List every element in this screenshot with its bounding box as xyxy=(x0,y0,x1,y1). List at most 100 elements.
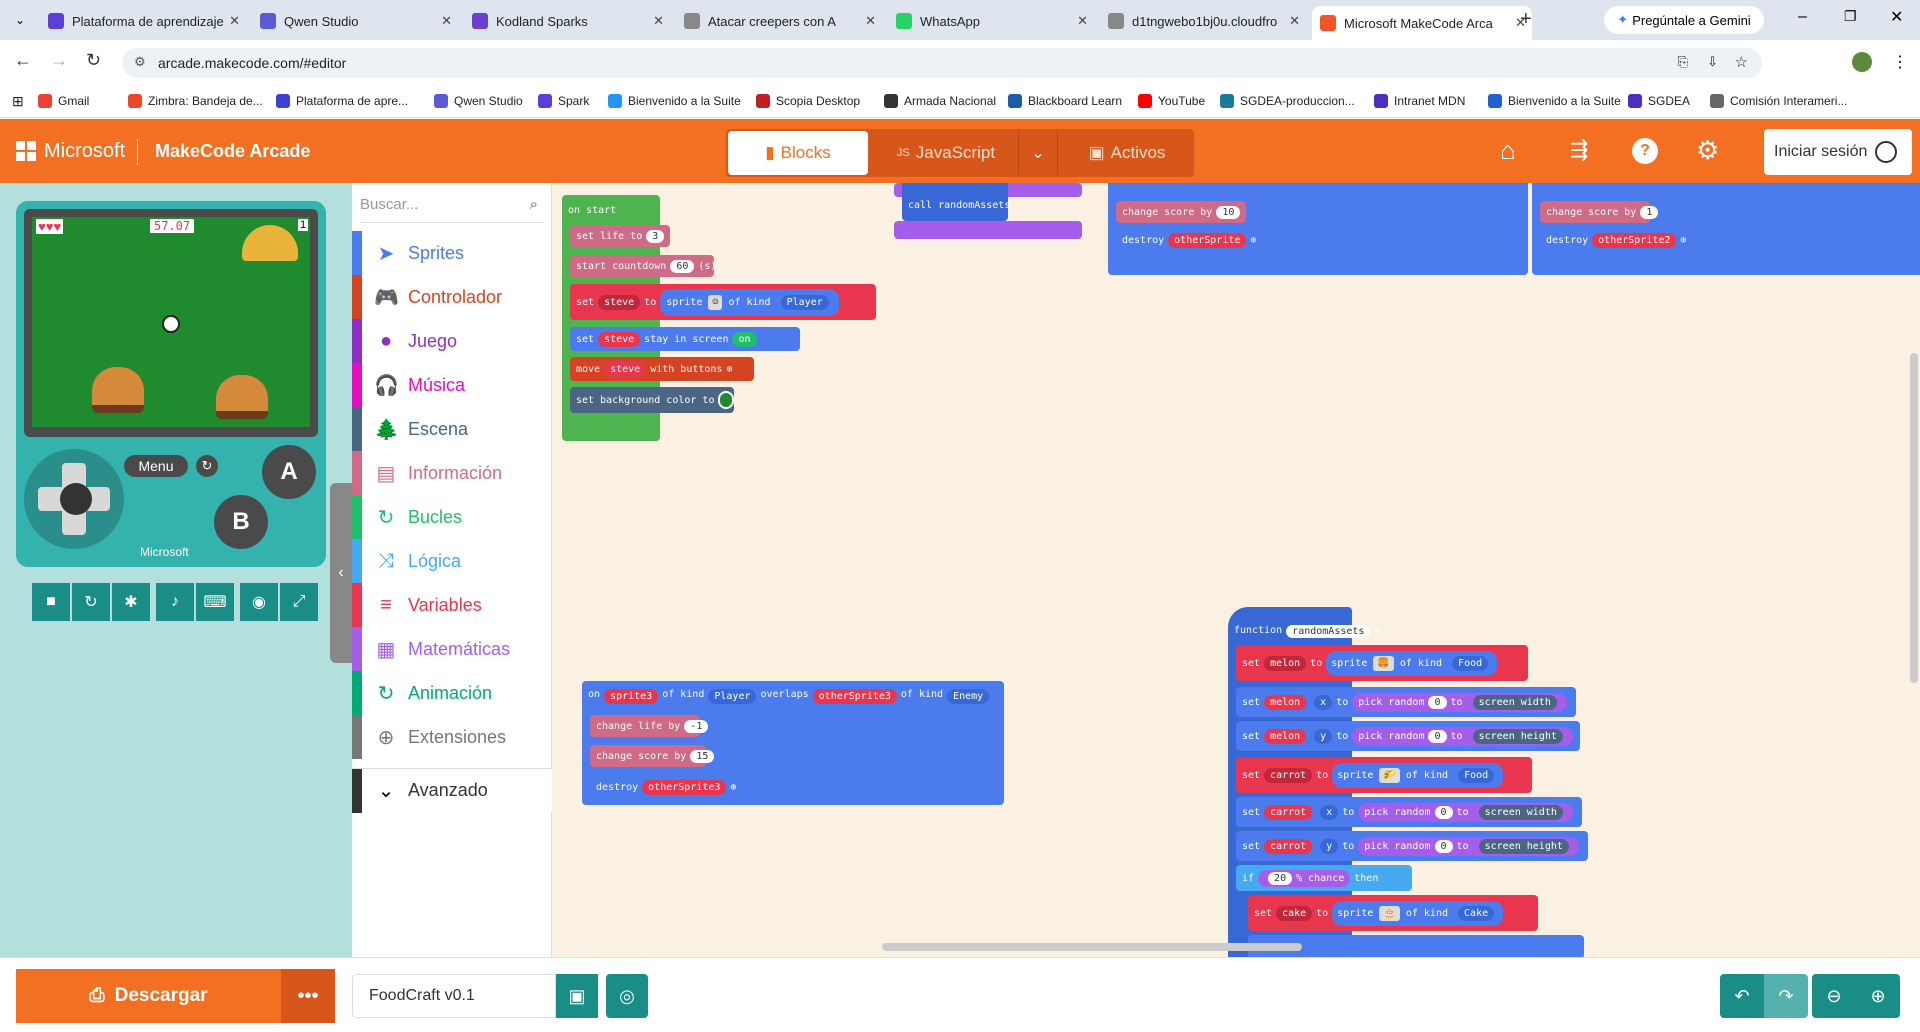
toolbox-category[interactable]: ⊕ Extensiones xyxy=(352,715,552,759)
set-life-block[interactable]: set life to 3 xyxy=(570,225,670,247)
toolbox-category[interactable]: ≡ Variables xyxy=(352,583,552,627)
settings-gear-icon[interactable]: ⚙ xyxy=(1696,135,1719,166)
life-neg-value[interactable]: -1 xyxy=(684,719,709,733)
bookmark-item[interactable]: Scopia Desktop xyxy=(756,94,860,108)
kind-player-2[interactable]: Player xyxy=(708,689,757,704)
carrot-var[interactable]: carrot xyxy=(1264,767,1313,783)
toolbox-category[interactable]: 🎧 Música xyxy=(352,363,552,407)
close-tab-icon[interactable]: ✕ xyxy=(865,13,876,29)
cake-var[interactable]: cake xyxy=(1276,905,1313,921)
chance-value[interactable]: 20 xyxy=(1268,871,1293,885)
toolbox-category[interactable]: ▤ Información xyxy=(352,451,552,495)
site-info-icon[interactable]: ⚙ xyxy=(134,54,146,70)
keyboard-icon[interactable]: ⌨ xyxy=(196,583,234,621)
bookmark-item[interactable]: Intranet MDN xyxy=(1374,94,1465,108)
burger-image-icon[interactable]: 🍔 xyxy=(1373,655,1394,671)
b-button[interactable]: B xyxy=(214,495,268,549)
restart-icon[interactable]: ↻ xyxy=(72,583,110,621)
product-title[interactable]: MakeCode Arcade xyxy=(155,141,310,162)
bookmark-item[interactable]: Spark xyxy=(538,94,589,108)
bookmark-item[interactable]: Gmail xyxy=(38,94,89,108)
taco-image-icon[interactable]: 🌮 xyxy=(1379,767,1400,783)
bg-color-block[interactable]: set background color to xyxy=(570,387,734,413)
bookmark-item[interactable]: Bienvenido a la Suite xyxy=(1488,94,1621,108)
zoom-out-icon[interactable]: ⊖ xyxy=(1812,974,1856,1018)
set-melon-y-block[interactable]: set melon y to pick random 0 to screen height xyxy=(1236,721,1580,751)
close-tab-icon[interactable]: ✕ xyxy=(229,13,240,29)
reload-icon[interactable]: ↻ xyxy=(86,50,101,71)
bookmark-item[interactable]: Comisión Interameri... xyxy=(1710,94,1847,108)
destroy-block-3[interactable]: destroy otherSprite3 ⊕ xyxy=(590,775,760,799)
download-button[interactable]: ⎙ Descargar xyxy=(16,969,281,1023)
help-icon[interactable]: ? xyxy=(1632,138,1658,164)
bookmark-item[interactable]: SGDEA-produccion... xyxy=(1220,94,1355,108)
steve-var[interactable]: steve xyxy=(598,294,641,310)
kind-cake[interactable]: Cake xyxy=(1458,905,1495,921)
zero-cy[interactable]: 0 xyxy=(1434,839,1453,853)
close-tab-icon[interactable]: ✕ xyxy=(1077,13,1088,29)
horizontal-scrollbar[interactable] xyxy=(882,943,1302,951)
change-score-block-2[interactable]: change score by 1 xyxy=(1540,201,1659,223)
steve-var-3[interactable]: steve xyxy=(604,361,647,377)
change-life-block[interactable]: change life by -1 xyxy=(590,715,709,737)
plus-icon-2[interactable]: ⊕ xyxy=(1250,235,1256,246)
fullscreen-icon[interactable]: ⤢ xyxy=(280,583,318,621)
carrot-x-var[interactable]: carrot xyxy=(1264,804,1313,820)
set-carrot-x-block[interactable]: set carrot x to pick random 0 to screen width xyxy=(1236,797,1582,827)
color-swatch[interactable] xyxy=(718,391,734,409)
bookmark-item[interactable]: Armada Nacional xyxy=(884,94,996,108)
melon-x-var[interactable]: melon xyxy=(1264,694,1307,710)
close-window-icon[interactable]: ✕ xyxy=(1890,7,1903,27)
browser-tab[interactable]: Plataforma de aprendizaje ✕ xyxy=(40,6,246,36)
other-sprite3-var[interactable]: otherSprite3 xyxy=(812,689,897,704)
new-tab-icon[interactable]: + xyxy=(1520,8,1532,31)
call-block[interactable]: call randomAssets xyxy=(902,183,1010,221)
toolbox-category[interactable]: ▦ Matemáticas xyxy=(352,627,552,671)
zero-mx[interactable]: 0 xyxy=(1428,695,1447,709)
close-tab-icon[interactable]: ✕ xyxy=(1289,13,1300,29)
toolbox-advanced[interactable]: ⌄ Avanzado xyxy=(352,768,552,813)
steve-var-2[interactable]: steve xyxy=(598,331,641,347)
toolbox-category[interactable]: ↻ Bucles xyxy=(352,495,552,539)
zero-my[interactable]: 0 xyxy=(1428,729,1447,743)
set-carrot-block[interactable]: set carrot to sprite 🌮 of kind Food xyxy=(1236,757,1532,793)
browser-tab[interactable]: Microsoft MakeCode Arca ✕ xyxy=(1312,6,1532,40)
maximize-icon[interactable]: ❐ xyxy=(1844,8,1857,25)
kind-food[interactable]: Food xyxy=(1452,655,1489,671)
if-block[interactable]: if 20% chance then xyxy=(1236,865,1412,891)
player-image-icon[interactable]: ☺ xyxy=(708,294,723,310)
undo-icon[interactable]: ↶ xyxy=(1720,974,1764,1018)
share-icon[interactable]: ⇶ xyxy=(1570,137,1588,163)
life-value[interactable]: 3 xyxy=(646,229,665,243)
browser-tab[interactable]: Kodland Sparks ✕ xyxy=(464,6,670,36)
sprite3-var[interactable]: sprite3 xyxy=(604,689,659,704)
kind-enemy[interactable]: Enemy xyxy=(947,689,990,704)
collapse-sim-icon[interactable]: ‹ xyxy=(330,483,352,663)
menu-button[interactable]: Menu xyxy=(124,455,188,477)
a-button[interactable]: A xyxy=(262,445,316,499)
prop-x[interactable]: x xyxy=(1314,694,1333,710)
melon-y-var[interactable]: melon xyxy=(1264,728,1307,744)
stop-icon[interactable]: ■ xyxy=(32,583,70,621)
kind-food-2[interactable]: Food xyxy=(1458,767,1495,783)
bookmark-item[interactable]: Zimbra: Bandeja de... xyxy=(128,94,263,108)
other-sprite3-var-2[interactable]: otherSprite3 xyxy=(642,779,727,795)
url-field[interactable]: ⚙ arcade.makecode.com/#editor ⎘ ⇩ ☆ xyxy=(122,48,1762,78)
screenshot-icon[interactable]: ◉ xyxy=(240,583,278,621)
bookmark-item[interactable]: Qwen Studio xyxy=(434,94,523,108)
save-icon[interactable]: ▣ xyxy=(556,974,598,1018)
set-sprite-block[interactable]: set steve to sprite ☺ of kind Player xyxy=(570,284,876,320)
screen-height-2[interactable]: screen height xyxy=(1478,838,1569,854)
set-melon-x-block[interactable]: set melon x to pick random 0 to screen width xyxy=(1236,687,1576,717)
toolbox-category[interactable]: 🎮 Controlador xyxy=(352,275,552,319)
language-dropdown-icon[interactable]: ⌄ xyxy=(1018,131,1058,175)
plus-icon-4[interactable]: ⊕ xyxy=(730,782,736,793)
bookmark-item[interactable]: Plataforma de apre... xyxy=(276,94,408,108)
countdown-block[interactable]: start countdown 60 (s) xyxy=(570,255,716,277)
screen-width-2[interactable]: screen width xyxy=(1478,804,1563,820)
destroy-block[interactable]: destroy otherSprite ⊕ xyxy=(1116,229,1266,251)
browser-tab[interactable]: Atacar creepers con A ✕ xyxy=(676,6,882,36)
browser-tab[interactable]: d1tngwebo1bj0u.cloudfro ✕ xyxy=(1100,6,1306,36)
score-10-value[interactable]: 10 xyxy=(1216,205,1241,219)
close-tab-icon[interactable]: ✕ xyxy=(441,13,452,29)
